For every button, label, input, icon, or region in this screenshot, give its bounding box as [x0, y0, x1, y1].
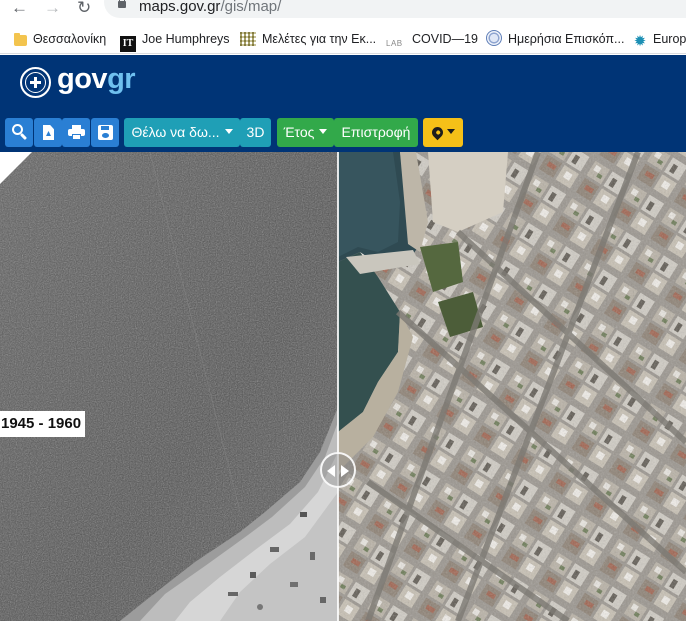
swipe-divider[interactable]	[337, 152, 339, 621]
print-icon	[68, 125, 85, 140]
gear-icon: ✹	[633, 33, 647, 50]
forward-arrow-icon[interactable]: →	[44, 0, 61, 18]
year-dropdown-label: Έτος	[283, 124, 315, 140]
lock-icon[interactable]	[118, 0, 126, 10]
want-to-see-dropdown[interactable]: Θέλω να δω...	[124, 118, 240, 147]
save-icon	[98, 125, 113, 140]
new-file-button[interactable]	[34, 118, 62, 147]
back-button-label: Επιστροφή	[341, 124, 411, 140]
logo-accent: gr	[107, 63, 136, 95]
map-viewer[interactable]: 1945 - 1960	[0, 152, 686, 621]
file-icon	[43, 125, 54, 140]
save-button[interactable]	[91, 118, 119, 147]
historic-aerial-photo[interactable]	[0, 152, 338, 621]
url-path: /gis/map/	[220, 0, 282, 15]
3d-label: 3D	[246, 124, 265, 140]
arrow-left-icon	[327, 465, 335, 477]
3d-button[interactable]: 3D	[240, 118, 271, 147]
govgr-logo[interactable]: govgr	[57, 59, 136, 99]
back-button[interactable]: Επιστροφή	[334, 118, 418, 147]
arrow-right-icon	[341, 465, 349, 477]
lab-icon: LAB	[386, 39, 403, 48]
map-marker-icon	[429, 124, 445, 141]
bookmark-joe-humphreys[interactable]: IT Joe Humphreys	[120, 30, 230, 52]
reload-icon[interactable]: ↻	[77, 0, 91, 18]
bookmark-label: COVID—19	[412, 32, 478, 46]
bookmark-label: Θεσσαλονίκη	[33, 32, 107, 46]
logo-main: gov	[57, 63, 108, 95]
want-to-see-label: Θέλω να δω...	[131, 124, 220, 140]
bookmark-label: Ημερήσια Επισκόπ...	[508, 32, 625, 46]
location-dropdown[interactable]	[423, 118, 463, 147]
irish-times-icon: IT	[120, 36, 136, 52]
seal-icon	[486, 30, 502, 46]
site-header: govgr	[0, 55, 686, 112]
bookmark-imerisia[interactable]: Ημερήσια Επισκόπ...	[486, 30, 624, 48]
bookmark-thessaloniki[interactable]: Θεσσαλονίκη	[14, 30, 106, 48]
chevron-down-icon	[319, 129, 328, 134]
search-icon	[12, 124, 28, 141]
greek-emblem-icon	[20, 67, 51, 98]
folder-icon	[14, 33, 27, 46]
swipe-handle[interactable]	[320, 452, 356, 488]
url-host: maps.gov.gr	[139, 0, 221, 15]
bookmark-europ[interactable]: ✹ Europ	[632, 30, 686, 50]
bookmark-meletes[interactable]: Μελέτες για την Εκ...	[240, 30, 376, 48]
bookmark-label: Joe Humphreys	[142, 32, 230, 46]
modern-satellite-photo[interactable]	[338, 152, 686, 621]
print-button[interactable]	[62, 118, 90, 147]
back-arrow-icon[interactable]: ←	[11, 0, 28, 18]
year-range-label: 1945 - 1960	[0, 411, 86, 437]
bookmark-covid[interactable]: LAB COVID—19	[386, 30, 478, 48]
year-dropdown[interactable]: Έτος	[277, 118, 334, 147]
browser-address-bar: ← → ↻ maps.gov.gr/gis/map/	[0, 0, 686, 22]
site-icon	[240, 32, 256, 46]
url-input[interactable]: maps.gov.gr/gis/map/	[104, 0, 686, 18]
bookmark-label: Μελέτες για την Εκ...	[262, 32, 377, 46]
bookmarks-bar: Θεσσαλονίκη IT Joe Humphreys Μελέτες για …	[0, 22, 686, 54]
url-text: maps.gov.gr/gis/map/	[139, 0, 281, 15]
chevron-down-icon	[446, 129, 455, 134]
chevron-down-icon	[224, 129, 233, 134]
bookmark-label: Europ	[653, 32, 686, 46]
search-button[interactable]	[5, 118, 33, 147]
map-toolbar: Θέλω να δω... 3D Έτος Επιστροφή	[0, 112, 686, 152]
